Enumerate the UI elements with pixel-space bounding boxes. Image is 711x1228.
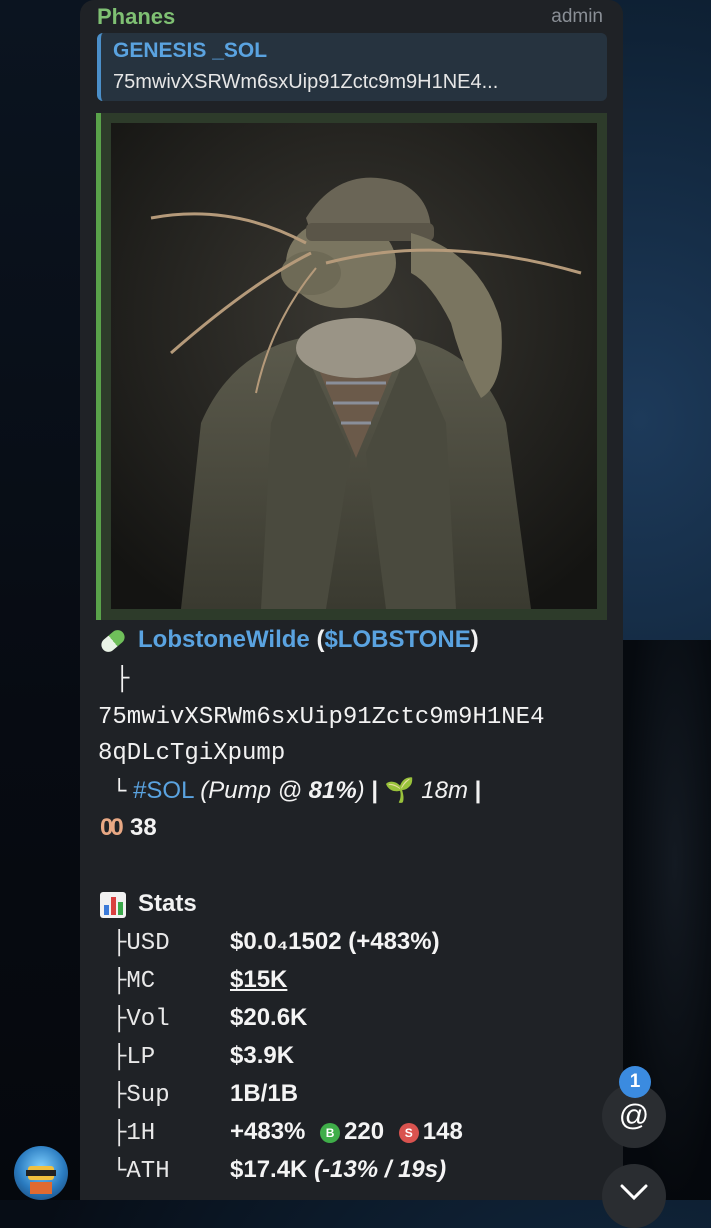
stats-label: ├Sup [112, 1082, 170, 1109]
token-header: LobstoneWilde ($LOBSTONE) [98, 626, 479, 655]
stats-label: ├MC [112, 968, 156, 995]
user-avatar[interactable] [14, 1146, 68, 1200]
stats-row-ath: └ATH $17.4K (-13% / 19s) [112, 1156, 446, 1185]
stats-label: ├1H [112, 1120, 156, 1147]
sells-count: 148 [422, 1118, 463, 1145]
stats-row-lp: ├LP $3.9K [112, 1042, 294, 1071]
stats-row-mc: ├MC $15K [112, 966, 287, 995]
stats-title: Stats [138, 890, 197, 917]
scroll-down-button[interactable] [602, 1164, 666, 1228]
sol-hashtag-link[interactable]: #SOL [133, 777, 193, 804]
contract-address-line1[interactable]: 75mwivXSRWm6sxUip91Zctc9m9H1NE4 [98, 704, 544, 731]
quote-text: 75mwivXSRWm6sxUip91Zctc9m9H1NE4... [113, 71, 499, 93]
eyes-line: 00 38 [100, 814, 157, 842]
chevron-down-icon [620, 1184, 648, 1201]
seedling-icon: 🌱 [384, 777, 415, 804]
eyes-count: 38 [130, 814, 157, 841]
stats-value-ath-suffix: (-13% / 19s) [314, 1156, 447, 1183]
tree-branch: ├ [115, 666, 130, 693]
sender-name[interactable]: Phanes [97, 4, 175, 30]
sells-icon: S [398, 1122, 419, 1143]
photo-frame[interactable] [96, 113, 607, 620]
buys-icon: B [320, 1122, 341, 1143]
pump-percent: 81% [308, 777, 357, 804]
buys-count: 220 [344, 1118, 385, 1145]
quote-title: GENESIS _SOL [113, 39, 268, 62]
admin-badge: admin [551, 6, 603, 27]
avatar-icon [26, 1166, 56, 1194]
at-icon: @ [618, 1099, 650, 1132]
stats-value-vol: $20.6K [230, 1004, 308, 1031]
token-ticker-link[interactable]: $LOBSTONE [324, 626, 470, 653]
separator-2: | [474, 777, 482, 804]
token-name-link[interactable]: LobstoneWilde [138, 626, 310, 653]
mention-count-badge: 1 [619, 1066, 651, 1098]
stats-label: ├Vol [112, 1006, 170, 1033]
eyes-icon: 00 [100, 814, 124, 841]
pump-prefix: (Pump @ [200, 777, 309, 804]
token-age: 18m [421, 777, 468, 804]
stats-label: ├LP [112, 1044, 156, 1071]
stats-value-ath: $17.4K [230, 1156, 308, 1183]
separator: | [371, 777, 379, 804]
pump-suffix: ) [356, 777, 365, 804]
reply-quote[interactable]: GENESIS _SOL 75mwivXSRWm6sxUip91Zctc9m9H… [97, 33, 607, 101]
stats-value-usd: $0.0₄1502 (+483%) [230, 928, 440, 955]
stats-value-1h: +483% [230, 1118, 306, 1145]
bar-chart-icon [100, 891, 126, 918]
contract-address-line2[interactable]: 8qDLcTgiXpump [98, 740, 285, 767]
lobster-portrait-image[interactable] [111, 123, 597, 609]
stats-row-sup: ├Sup 1B/1B [112, 1080, 298, 1109]
stats-value-lp: $3.9K [230, 1042, 295, 1069]
stats-row-usd: ├USD $0.0₄1502 (+483%) [112, 928, 440, 957]
stats-value-sup: 1B/1B [230, 1080, 299, 1107]
stats-row-1h: ├1H +483% B 220 S 148 [112, 1118, 463, 1147]
stats-label: ├USD [112, 930, 170, 957]
tree-end: └ [112, 779, 127, 806]
token-meta-line: └ #SOL (Pump @ 81%) | 🌱 18m | [112, 776, 481, 806]
stats-row-vol: ├Vol $20.6K [112, 1004, 307, 1033]
stats-value-mc-link[interactable]: $15K [230, 966, 287, 993]
stats-header: Stats [100, 890, 197, 918]
stats-label: └ATH [112, 1158, 170, 1185]
pill-icon [98, 626, 128, 655]
